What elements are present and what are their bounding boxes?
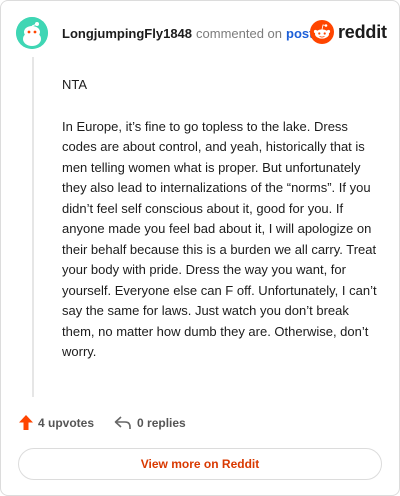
reddit-logo-icon [310,20,334,44]
comment-body: NTA In Europe, it’s fine to go topless t… [62,75,377,384]
reddit-logo[interactable]: reddit [310,20,387,44]
user-avatar[interactable] [16,17,48,49]
upvote-arrow-icon [19,415,33,430]
upvote-count: 4 upvotes [38,415,95,430]
replies-button[interactable]: 0 replies [114,416,186,430]
comment-paragraph: In Europe, it’s fine to go topless to th… [62,118,377,360]
reddit-wordmark: reddit [338,21,387,42]
reply-count: 0 replies [137,415,186,430]
thread-line[interactable] [32,57,34,397]
commented-on-text: commented on [196,26,283,41]
username-link[interactable]: LongjumpingFly1848 [62,26,192,41]
comment-paragraph: NTA [62,77,88,92]
comment-header: LongjumpingFly1848 commented on post [62,26,313,41]
upvote-button[interactable]: 4 upvotes [19,415,94,430]
reply-arrow-icon [114,415,131,429]
comment-card: LongjumpingFly1848 commented on post reddi… [0,0,400,496]
view-more-button[interactable]: View more on Reddit [18,448,382,480]
comment-footer: 4 upvotes 0 replies [19,415,186,430]
snoo-avatar-icon [16,17,48,49]
